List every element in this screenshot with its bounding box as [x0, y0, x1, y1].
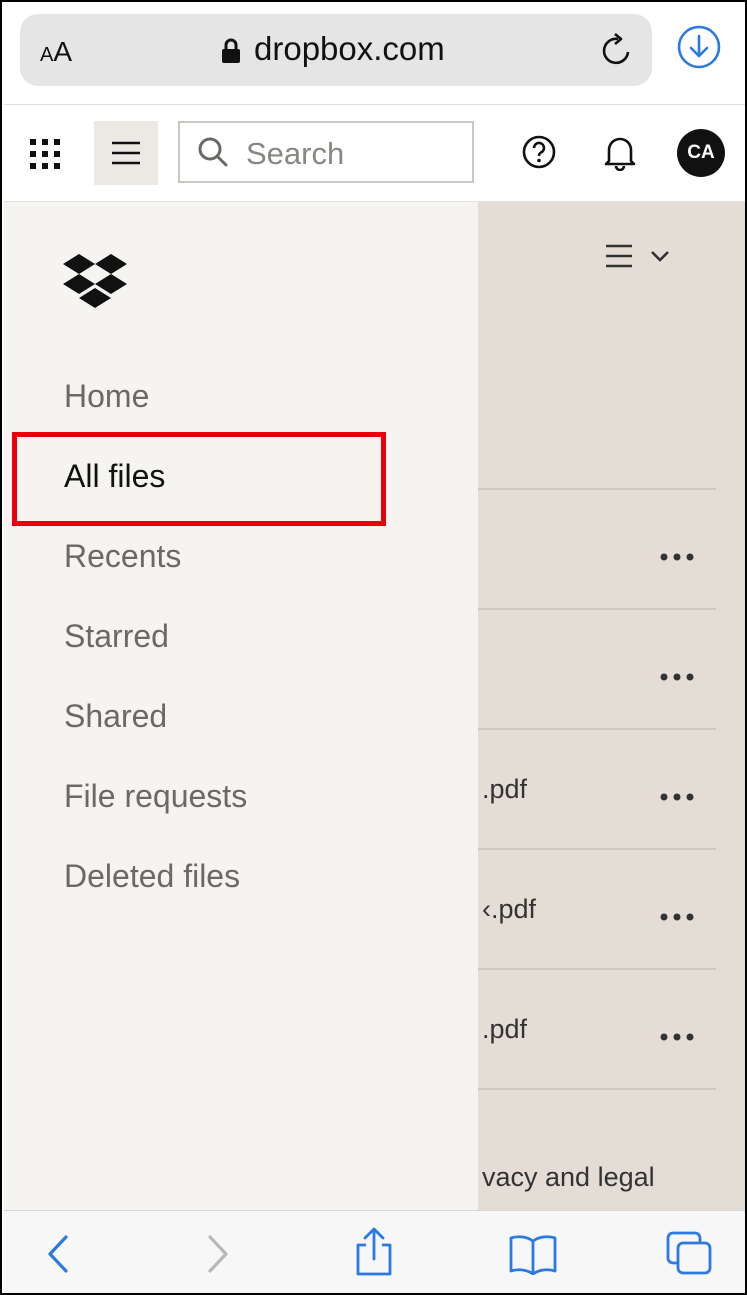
tabs-icon[interactable] [666, 1231, 714, 1282]
share-icon[interactable] [354, 1227, 394, 1282]
file-row[interactable] [478, 488, 716, 608]
app-grid-icon[interactable] [30, 139, 62, 176]
more-options-icon[interactable] [660, 788, 694, 806]
file-name: ‹.pdf [482, 894, 537, 924]
file-row[interactable]: ‹.pdf [478, 848, 716, 968]
file-row[interactable] [478, 608, 716, 728]
download-icon[interactable] [676, 24, 722, 75]
navigation-drawer: Home All files Recents Starred Shared Fi… [4, 202, 478, 1210]
more-options-icon[interactable] [660, 908, 694, 926]
privacy-legal-link[interactable]: vacy and legal [482, 1162, 655, 1193]
address-bar[interactable]: AA dropbox.com [20, 14, 652, 86]
dropbox-logo-icon[interactable] [62, 254, 128, 315]
menu-button[interactable] [94, 121, 158, 185]
file-name: .pdf [482, 1014, 528, 1044]
more-options-icon[interactable] [660, 548, 694, 566]
forward-icon[interactable] [204, 1233, 232, 1280]
user-avatar[interactable]: CA [677, 129, 725, 177]
row-divider [478, 1088, 716, 1090]
more-options-icon[interactable] [660, 668, 694, 686]
reload-icon[interactable] [600, 32, 634, 73]
file-row[interactable]: .pdf [478, 728, 716, 848]
sidebar-item-shared[interactable]: Shared [64, 698, 167, 735]
browser-top-bar: AA dropbox.com [4, 4, 745, 104]
more-options-icon[interactable] [660, 1028, 694, 1046]
view-options-icon[interactable] [606, 242, 670, 277]
search-icon [198, 137, 228, 172]
file-name: .pdf [482, 774, 528, 804]
text-size-button[interactable]: AA [40, 36, 72, 68]
notifications-bell-icon[interactable] [602, 133, 638, 176]
file-list-area: .pdf ‹.pdf .pdf vacy and legal [478, 202, 745, 1210]
hamburger-icon [112, 141, 140, 165]
lock-icon [220, 38, 242, 69]
screenshot-frame: AA dropbox.com Search CA .pdf ‹.pdf .pdf… [0, 0, 747, 1295]
bookmarks-icon[interactable] [508, 1233, 558, 1280]
search-input[interactable]: Search [178, 121, 474, 183]
sidebar-item-recents[interactable]: Recents [64, 538, 181, 575]
url-text: dropbox.com [254, 30, 445, 67]
sidebar-item-deleted-files[interactable]: Deleted files [64, 858, 240, 895]
browser-bottom-toolbar [4, 1210, 745, 1293]
app-header: Search CA [4, 104, 745, 202]
sidebar-item-starred[interactable]: Starred [64, 618, 169, 655]
highlight-box [12, 432, 386, 526]
back-icon[interactable] [44, 1233, 72, 1280]
sidebar-item-file-requests[interactable]: File requests [64, 778, 247, 815]
file-row[interactable]: .pdf [478, 968, 716, 1088]
help-icon[interactable] [522, 135, 556, 174]
search-placeholder: Search [246, 136, 345, 171]
sidebar-item-home[interactable]: Home [64, 378, 149, 415]
